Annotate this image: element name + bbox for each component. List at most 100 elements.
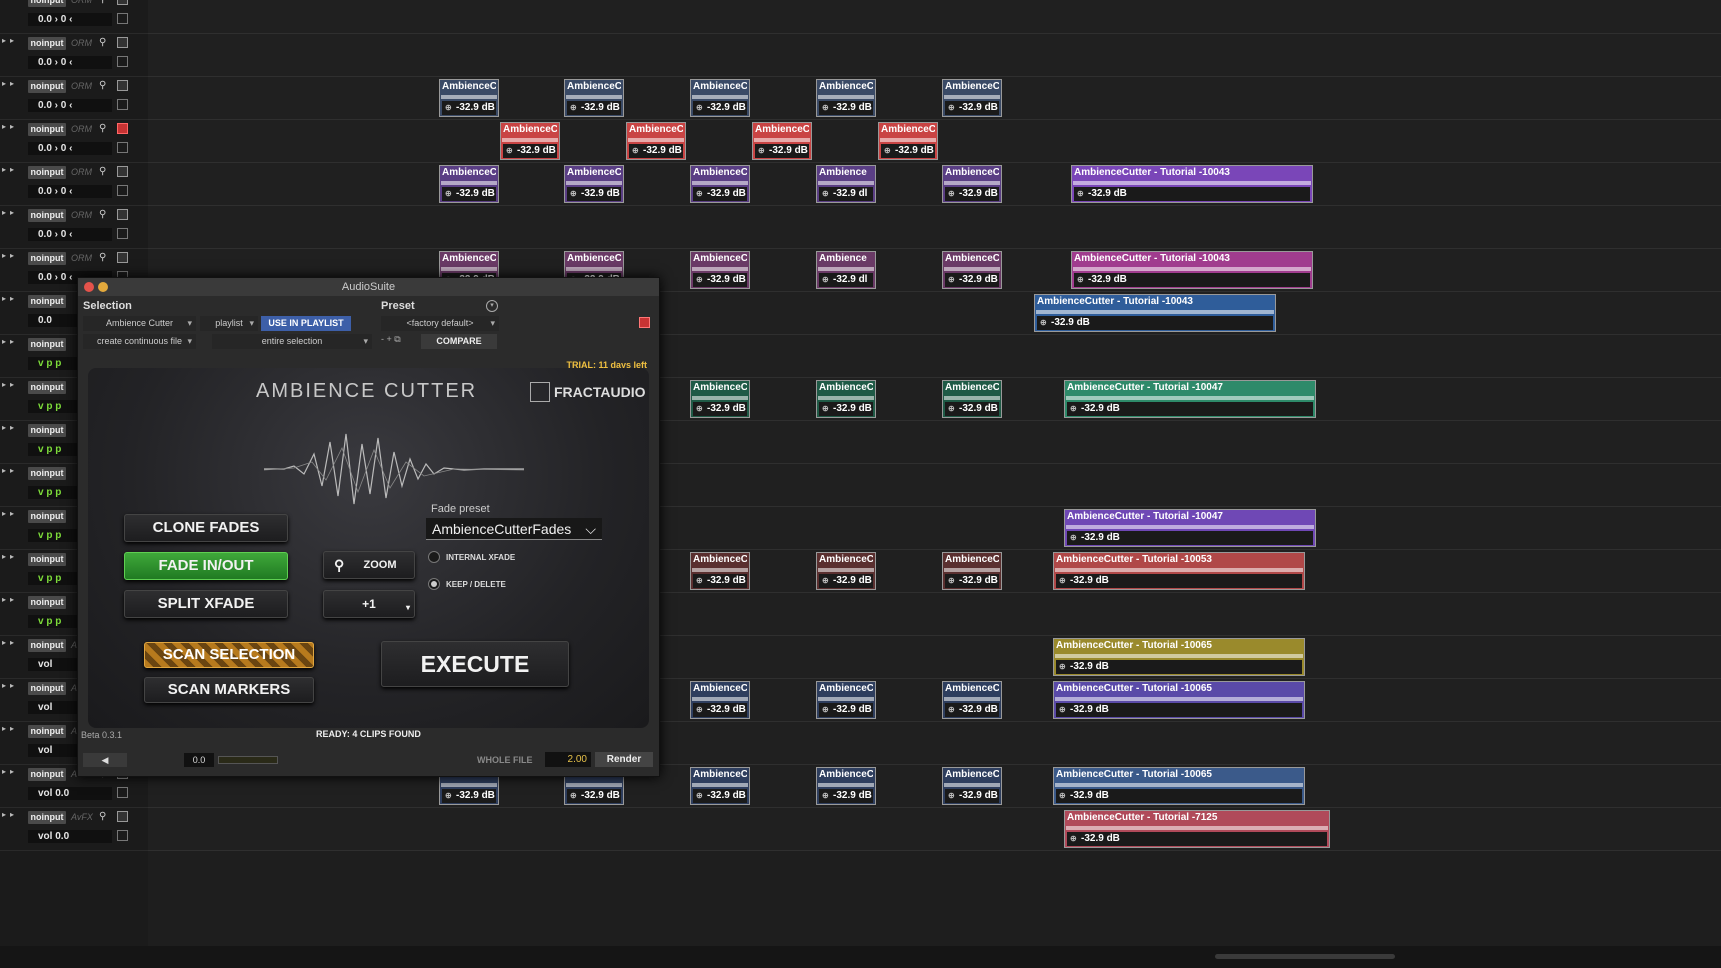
audiosuite-titlebar[interactable]: AudioSuite xyxy=(78,278,659,296)
clip-gain-value[interactable]: -32.9 dB xyxy=(567,101,621,115)
audio-clip[interactable]: AmbienceC -32.9 dB xyxy=(564,79,624,117)
audio-clip[interactable]: Ambience -32.9 dl xyxy=(816,165,876,203)
audio-clip-long[interactable]: AmbienceCutter - Tutorial -10065 -32.9 dB xyxy=(1053,767,1305,805)
mic-icon[interactable]: ⚲ xyxy=(99,209,106,220)
clip-gain-value[interactable]: -32.9 dB xyxy=(945,101,999,115)
zoom-button[interactable]: ⚲ ZOOM xyxy=(323,551,415,579)
clip-gain-value[interactable]: -32.9 dB xyxy=(693,402,747,416)
clip-gain-value[interactable]: -32.9 dB xyxy=(693,101,747,115)
audio-clip[interactable]: AmbienceC -32.9 dB xyxy=(816,380,876,418)
clip-gain-value[interactable]: -32.9 dB xyxy=(503,144,557,158)
track-input-button[interactable]: noinput xyxy=(28,338,66,351)
expand-arrows-icon[interactable]: ▸▸ xyxy=(2,337,18,346)
clip-gain-value[interactable]: -32.9 dB xyxy=(1067,531,1313,545)
playlist-icon[interactable] xyxy=(117,56,128,67)
track-output-button[interactable] xyxy=(117,209,128,220)
mic-icon[interactable]: ⚲ xyxy=(99,37,106,48)
clip-gain-value[interactable]: -32.9 dB xyxy=(693,703,747,717)
audio-clip[interactable]: AmbienceC -32.9 dB xyxy=(942,380,1002,418)
clip-gain-value[interactable]: -32.9 dB xyxy=(819,402,873,416)
audio-clip[interactable]: AmbienceC -32.9 dB xyxy=(500,122,560,160)
clip-gain-value[interactable]: -32.9 dB xyxy=(1067,402,1313,416)
track-insert-label[interactable]: ORM xyxy=(71,167,92,177)
clip-gain-value[interactable]: -32.9 dB xyxy=(1056,789,1302,803)
preset-menu-icon[interactable]: ▾ xyxy=(486,300,498,312)
mic-icon[interactable]: ⚲ xyxy=(99,0,106,5)
track-input-button[interactable]: noinput xyxy=(28,768,66,781)
track-input-button[interactable]: noinput xyxy=(28,0,66,7)
entire-selection-select[interactable]: entire selection xyxy=(212,334,372,349)
expand-arrows-icon[interactable]: ▸▸ xyxy=(2,251,18,260)
track-insert-label[interactable]: ORM xyxy=(71,124,92,134)
track-values[interactable]: 0.0 › 0 ‹ xyxy=(28,56,112,69)
preset-nav-icon[interactable]: - + ⧉ xyxy=(381,334,401,345)
fade-in-out-button[interactable]: FADE IN/OUT xyxy=(124,552,288,580)
playlist-select[interactable]: playlist xyxy=(200,316,258,331)
expand-arrows-icon[interactable]: ▸▸ xyxy=(2,294,18,303)
mic-icon[interactable]: ⚲ xyxy=(99,252,106,263)
plugin-select[interactable]: Ambience Cutter xyxy=(83,316,196,331)
expand-arrows-icon[interactable]: ▸▸ xyxy=(2,466,18,475)
audio-clip[interactable]: AmbienceC -32.9 dB xyxy=(942,767,1002,805)
track-input-button[interactable]: noinput xyxy=(28,80,66,93)
preview-button[interactable]: ◀ xyxy=(83,753,127,767)
expand-arrows-icon[interactable]: ▸▸ xyxy=(2,724,18,733)
audio-clip-long[interactable]: AmbienceCutter - Tutorial -10043 -32.9 dB xyxy=(1034,294,1276,332)
track-input-button[interactable]: noinput xyxy=(28,381,66,394)
mic-icon[interactable]: ⚲ xyxy=(99,166,106,177)
track-values[interactable]: 0.0 › 0 ‹ xyxy=(28,185,112,198)
clip-gain-value[interactable]: -32.9 dB xyxy=(1067,832,1327,846)
audio-clip[interactable]: AmbienceC -32.9 dB xyxy=(690,552,750,590)
track-input-button[interactable]: noinput xyxy=(28,37,66,50)
audio-clip[interactable]: AmbienceC -32.9 dB xyxy=(690,681,750,719)
track-input-button[interactable]: noinput xyxy=(28,682,66,695)
clip-gain-value[interactable]: -32.9 dB xyxy=(945,402,999,416)
expand-arrows-icon[interactable]: ▸▸ xyxy=(2,552,18,561)
track-values[interactable]: vol 0.0 xyxy=(28,830,112,843)
compare-button[interactable]: COMPARE xyxy=(421,334,497,349)
expand-arrows-icon[interactable]: ▸▸ xyxy=(2,767,18,776)
gain-value[interactable]: 0.0 xyxy=(184,753,214,767)
mic-icon[interactable]: ⚲ xyxy=(99,80,106,91)
clip-gain-value[interactable]: -32.9 dl xyxy=(819,187,873,201)
track-values[interactable]: 0.0 › 0 ‹ xyxy=(28,99,112,112)
expand-arrows-icon[interactable]: ▸▸ xyxy=(2,79,18,88)
expand-arrows-icon[interactable]: ▸▸ xyxy=(2,208,18,217)
expand-arrows-icon[interactable]: ▸▸ xyxy=(2,36,18,45)
audio-clip-long[interactable]: AmbienceCutter - Tutorial -10065 -32.9 dB xyxy=(1053,638,1305,676)
split-xfade-button[interactable]: SPLIT XFADE xyxy=(124,590,288,618)
clip-gain-value[interactable]: -32.9 dB xyxy=(693,187,747,201)
clip-gain-value[interactable]: -32.9 dB xyxy=(881,144,935,158)
clip-gain-value[interactable]: -32.9 dB xyxy=(819,703,873,717)
clip-gain-value[interactable]: -32.9 dB xyxy=(945,574,999,588)
expand-arrows-icon[interactable]: ▸▸ xyxy=(2,638,18,647)
audio-clip[interactable]: AmbienceC -32.9 dB xyxy=(878,122,938,160)
mic-icon[interactable]: ⚲ xyxy=(99,811,106,822)
clip-gain-value[interactable]: -32.9 dB xyxy=(629,144,683,158)
audio-clip-long[interactable]: AmbienceCutter - Tutorial -10053 -32.9 dB xyxy=(1053,552,1305,590)
audio-clip[interactable]: AmbienceC -32.9 dB xyxy=(942,79,1002,117)
audio-clip[interactable]: AmbienceC -32.9 dB xyxy=(690,767,750,805)
track-input-button[interactable]: noinput xyxy=(28,166,66,179)
audio-clip[interactable]: AmbienceC -32.9 dB xyxy=(690,79,750,117)
audio-clip[interactable]: AmbienceC -32.9 dB xyxy=(816,681,876,719)
track-output-button[interactable] xyxy=(117,811,128,822)
track-input-button[interactable]: noinput xyxy=(28,596,66,609)
clip-gain-value[interactable]: -32.9 dB xyxy=(1056,703,1302,717)
clone-fades-button[interactable]: CLONE FADES xyxy=(124,514,288,542)
audio-clip-long[interactable]: AmbienceCutter - Tutorial -7125 -32.9 dB xyxy=(1064,810,1330,848)
clip-gain-value[interactable]: -32.9 dl xyxy=(819,273,873,287)
track-input-button[interactable]: noinput xyxy=(28,123,66,136)
clip-gain-value[interactable]: -32.9 dB xyxy=(945,703,999,717)
clip-gain-value[interactable]: -32.9 dB xyxy=(945,273,999,287)
audio-clip[interactable]: AmbienceC -32.9 dB xyxy=(942,251,1002,289)
track-insert-label[interactable]: ORM xyxy=(71,210,92,220)
track-output-button[interactable] xyxy=(117,252,128,263)
clip-gain-value[interactable]: -32.9 dB xyxy=(819,574,873,588)
playlist-icon[interactable] xyxy=(117,228,128,239)
audio-clip[interactable]: AmbienceC -32.9 dB xyxy=(816,79,876,117)
use-in-playlist-button[interactable]: USE IN PLAYLIST xyxy=(261,316,351,331)
audio-clip[interactable]: AmbienceC -32.9 dB xyxy=(816,552,876,590)
clip-gain-value[interactable]: -32.9 dB xyxy=(693,789,747,803)
audio-clip[interactable]: AmbienceC -32.9 dB xyxy=(752,122,812,160)
